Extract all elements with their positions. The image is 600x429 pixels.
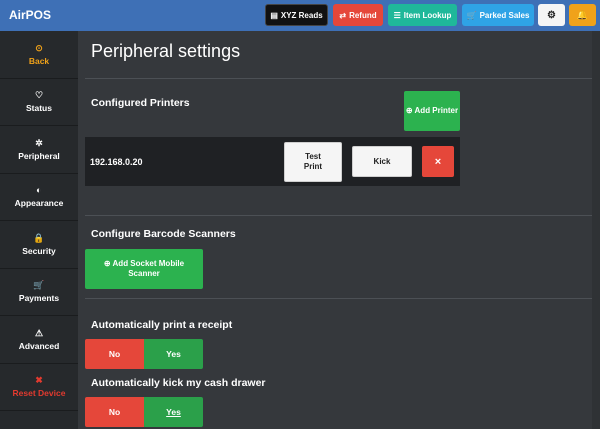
printers-heading: Configured Printers (91, 97, 190, 109)
gear-icon: ⚙ (547, 9, 556, 21)
printer-address: 192.168.0.20 (90, 157, 143, 167)
test-print-button[interactable]: Test Print (284, 142, 342, 182)
sidebar: ⊙ Back ♡ Status ✲ Peripheral ◐ Appearanc… (0, 31, 78, 429)
id-card-icon: ▤ (270, 10, 278, 20)
sidebar-item-label: Status (26, 103, 52, 113)
plus-circle-icon: ⊕ (103, 259, 113, 268)
parked-sales-label: Parked Sales (479, 10, 530, 20)
sidebar-item-payments[interactable]: 🛒 Payments (0, 269, 78, 316)
auto-kick-no-button[interactable]: No (85, 397, 144, 427)
lock-icon: 🔒 (33, 233, 45, 243)
divider (85, 298, 595, 299)
sidebar-item-label: Appearance (14, 198, 64, 208)
auto-kick-yes-button[interactable]: Yes (144, 397, 203, 427)
notifications-button[interactable]: 🔔 (569, 4, 596, 26)
parked-sales-button[interactable]: 🛒 Parked Sales (462, 4, 534, 26)
app-title[interactable]: AirPOS (9, 8, 51, 22)
printer-row: 192.168.0.20 Test Print Kick × (85, 137, 460, 186)
sidebar-item-label: Payments (18, 293, 60, 303)
auto-print-toggle: No Yes (85, 339, 203, 369)
cart-icon: 🛒 (466, 10, 477, 20)
xyz-reads-label: XYZ Reads (280, 10, 323, 20)
contrast-icon: ◐ (36, 185, 42, 195)
page-title: Peripheral settings (91, 41, 241, 61)
add-scanner-button[interactable]: ⊕ Add Socket Mobile Scanner (85, 249, 203, 289)
xyz-reads-button[interactable]: ▤ XYZ Reads (265, 4, 328, 26)
scrollbar[interactable] (592, 31, 600, 429)
cart-icon: 🛒 (33, 280, 45, 290)
sidebar-item-label: Peripheral (18, 151, 60, 161)
auto-kick-heading: Automatically kick my cash drawer (91, 377, 266, 389)
sidebar-item-label: Advanced (18, 341, 60, 351)
kick-button[interactable]: Kick (352, 146, 412, 177)
divider (85, 215, 595, 216)
sidebar-item-label: Reset Device (12, 388, 66, 398)
sidebar-item-status[interactable]: ♡ Status (0, 79, 78, 126)
auto-print-heading: Automatically print a receipt (91, 319, 233, 331)
auto-print-no-button[interactable]: No (85, 339, 144, 369)
sidebar-item-security[interactable]: 🔒 Security (0, 222, 78, 269)
remove-printer-button[interactable]: × (422, 146, 454, 177)
auto-print-yes-button[interactable]: Yes (144, 339, 203, 369)
back-circle-icon: ⊙ (35, 43, 43, 53)
warning-icon: ⚠ (34, 328, 44, 338)
add-printer-label: Add Printer (414, 106, 459, 115)
list-icon: ☰ (393, 10, 401, 20)
cog-icon: ✲ (35, 138, 43, 148)
scanners-heading: Configure Barcode Scanners (91, 228, 236, 240)
plus-circle-icon: ⊕ Add Printer (405, 106, 459, 115)
add-scanner-label: ⊕ Add Socket Mobile Scanner (93, 259, 195, 279)
sidebar-item-back[interactable]: ⊙ Back (0, 32, 78, 79)
auto-kick-toggle: No Yes (85, 397, 203, 427)
add-scanner-text: Add Socket Mobile Scanner (112, 259, 185, 278)
refund-button[interactable]: ⇄ Refund (333, 4, 383, 26)
heartbeat-icon: ♡ (34, 90, 44, 100)
sidebar-item-label: Back (28, 56, 50, 66)
sidebar-item-peripheral[interactable]: ✲ Peripheral (0, 127, 78, 174)
refund-icon: ⇄ (339, 10, 347, 20)
refund-label: Refund (349, 10, 377, 20)
sidebar-item-label: Security (22, 246, 56, 256)
main-panel: Peripheral settings Configured Printers … (78, 31, 600, 429)
settings-button[interactable]: ⚙ (538, 4, 565, 26)
x-icon: ✖ (35, 375, 43, 385)
add-printer-button[interactable]: ⊕ Add Printer (404, 91, 460, 131)
sidebar-item-reset-device[interactable]: ✖ Reset Device (0, 364, 78, 411)
top-navbar: AirPOS ▤ XYZ Reads ⇄ Refund ☰ Item Looku… (0, 0, 600, 31)
item-lookup-button[interactable]: ☰ Item Lookup (388, 4, 457, 26)
sidebar-item-appearance[interactable]: ◐ Appearance (0, 174, 78, 221)
divider (85, 78, 595, 79)
item-lookup-label: Item Lookup (403, 10, 452, 20)
sidebar-item-advanced[interactable]: ⚠ Advanced (0, 317, 78, 364)
bell-icon: 🔔 (576, 9, 589, 20)
